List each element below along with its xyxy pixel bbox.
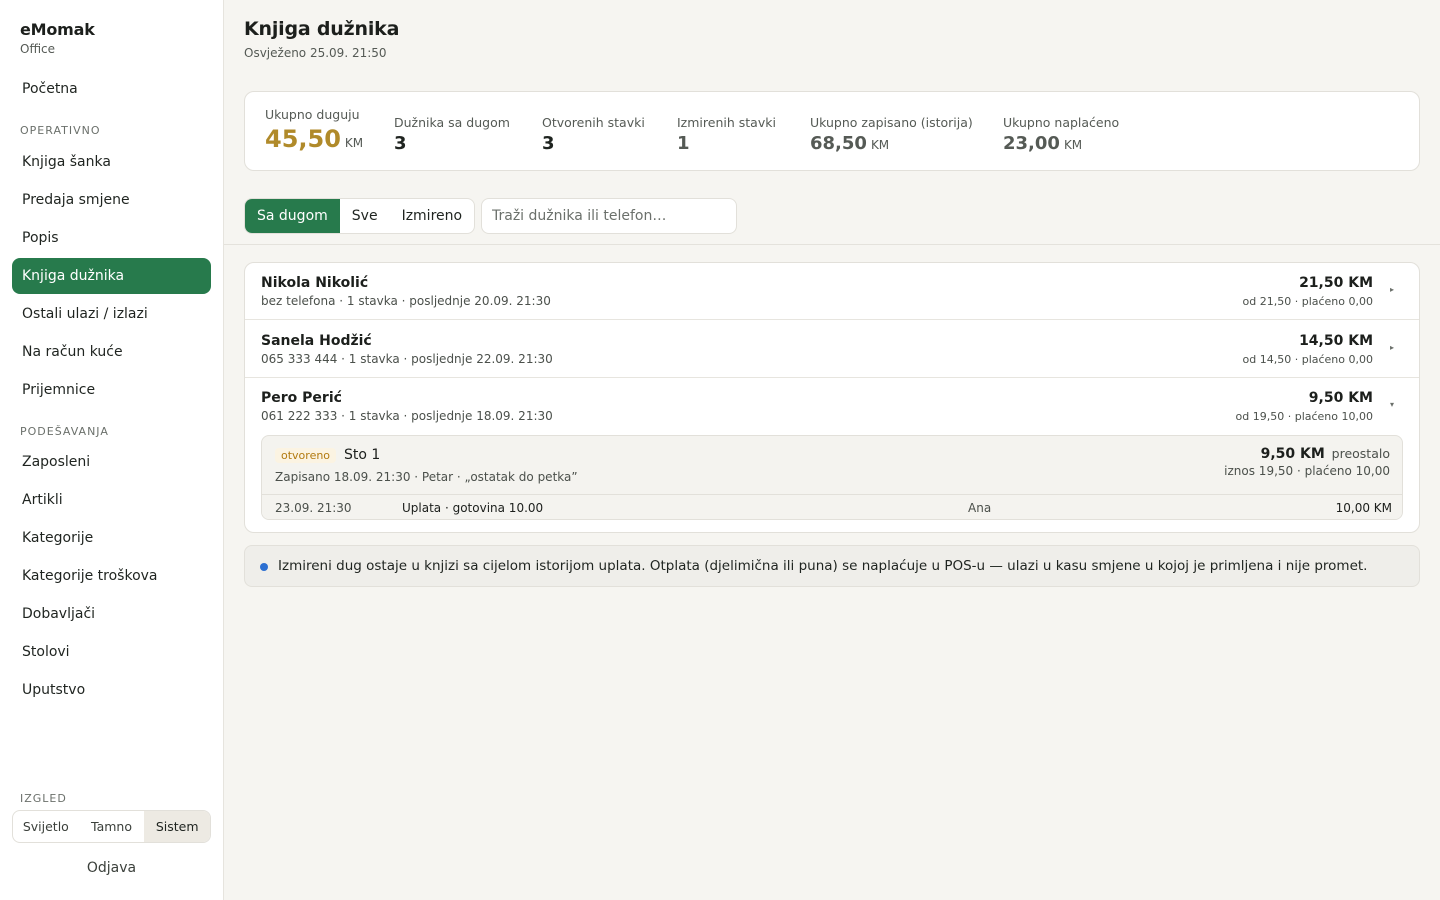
logout-button[interactable]: Odjava bbox=[12, 860, 211, 876]
stat-label: Ukupno naplaćeno bbox=[1003, 115, 1120, 130]
stat-number: 68,50 bbox=[810, 133, 867, 154]
appearance-label: IZGLED bbox=[20, 792, 67, 805]
debt-item-amount-detail: iznos 19,50 · plaćeno 10,00 bbox=[1224, 464, 1390, 478]
nav-item-house-account[interactable]: Na račun kuće bbox=[12, 334, 211, 370]
sidebar: eMomak Office Početna OPERATIVNO Knjiga … bbox=[0, 0, 224, 900]
payment-date: 23.09. 21:30 bbox=[275, 501, 352, 515]
chevron-right-icon[interactable]: ▸ bbox=[1390, 343, 1394, 352]
stat-label: Otvorenih stavki bbox=[542, 115, 645, 130]
stat-total-owed: Ukupno duguju 45,50 KM bbox=[265, 107, 363, 153]
nav-item-inventory[interactable]: Popis bbox=[12, 220, 211, 256]
payment-amount: 10,00 KM bbox=[1335, 501, 1392, 515]
tab-with-debt[interactable]: Sa dugom bbox=[245, 199, 340, 233]
stat-value: 23,00 KM bbox=[1003, 133, 1119, 154]
chevron-down-icon[interactable]: ▾ bbox=[1390, 400, 1394, 409]
info-dot-icon bbox=[260, 563, 268, 571]
theme-option-system[interactable]: Sistem bbox=[144, 811, 210, 842]
status-badge: otvoreno bbox=[275, 448, 337, 463]
page-title: Knjiga dužnika bbox=[244, 18, 400, 40]
payment-description: Uplata · gotovina 10.00 bbox=[402, 501, 544, 515]
debtor-amount-detail: od 21,50 · plaćeno 0,00 bbox=[1242, 295, 1373, 308]
debtor-amount-detail: od 14,50 · plaćeno 0,00 bbox=[1242, 353, 1373, 366]
theme-option-dark[interactable]: Tamno bbox=[79, 811, 145, 842]
payment-user: Ana bbox=[968, 501, 992, 515]
stat-total-recorded: Ukupno zapisano (istorija) 68,50 KM bbox=[810, 115, 973, 154]
nav-item-tables[interactable]: Stolovi bbox=[12, 634, 211, 670]
page-header: Knjiga dužnika Osvježeno 25.09. 21:50 Uk… bbox=[224, 0, 1440, 245]
debtor-name: Nikola Nikolić bbox=[261, 275, 369, 291]
nav-item-receipts[interactable]: Prijemnice bbox=[12, 372, 211, 408]
stat-value: 1 bbox=[677, 133, 690, 154]
stat-open-items: Otvorenih stavki 3 bbox=[542, 115, 645, 154]
search-input[interactable] bbox=[481, 198, 737, 234]
debtor-amount: 14,50 KM bbox=[1299, 333, 1373, 349]
debtor-name: Pero Perić bbox=[261, 390, 342, 406]
stat-total-collected: Ukupno naplaćeno 23,00 KM bbox=[1003, 115, 1119, 154]
nav-item-employees[interactable]: Zaposleni bbox=[12, 444, 211, 480]
stat-label: Izmirenih stavki bbox=[677, 115, 776, 130]
debtor-row[interactable]: Sanela Hodžić 065 333 444 · 1 stavka · p… bbox=[245, 321, 1419, 378]
stat-number: 45,50 bbox=[265, 125, 341, 153]
stat-label: Ukupno duguju bbox=[265, 107, 360, 122]
stat-unit: KM bbox=[870, 138, 890, 152]
nav-item-bar-book[interactable]: Knjiga šanka bbox=[12, 144, 211, 180]
debtor-name: Sanela Hodžić bbox=[261, 333, 372, 349]
stats-card: Ukupno duguju 45,50 KM Dužnika sa dugom 3… bbox=[244, 91, 1420, 171]
stat-label: Ukupno zapisano (istorija) bbox=[810, 115, 973, 130]
stat-label: Dužnika sa dugom bbox=[394, 115, 510, 130]
nav-item-home[interactable]: Početna bbox=[12, 71, 211, 107]
tab-all[interactable]: Sve bbox=[340, 199, 390, 233]
debtor-meta: 065 333 444 · 1 stavka · posljednje 22.0… bbox=[261, 352, 553, 366]
brand-name: eMomak bbox=[20, 20, 95, 39]
debtor-meta: bez telefona · 1 stavka · posljednje 20.… bbox=[261, 294, 551, 308]
nav-item-articles[interactable]: Artikli bbox=[12, 482, 211, 518]
stat-value: 3 bbox=[542, 133, 555, 154]
tab-settled[interactable]: Izmireno bbox=[390, 199, 475, 233]
nav-item-other-in-out[interactable]: Ostali ulazi / izlazi bbox=[12, 296, 211, 332]
stat-value: 45,50 KM bbox=[265, 125, 363, 153]
debtor-row-expanded[interactable]: Pero Perić 061 222 333 · 1 stavka · posl… bbox=[245, 378, 1419, 435]
nav-section-settings: PODEŠAVANJA bbox=[20, 425, 109, 438]
stat-number: 23,00 bbox=[1003, 133, 1060, 154]
stat-unit: KM bbox=[1063, 138, 1083, 152]
debtor-amount: 9,50 KM bbox=[1308, 390, 1373, 406]
debt-item-title: Sto 1 bbox=[344, 447, 381, 463]
debtor-amount-detail: od 19,50 · plaćeno 10,00 bbox=[1235, 410, 1373, 423]
nav-item-manual[interactable]: Uputstvo bbox=[12, 672, 211, 708]
remaining-amount: 9,50 KM bbox=[1260, 446, 1325, 462]
theme-option-light[interactable]: Svijetlo bbox=[13, 811, 79, 842]
info-note: Izmireni dug ostaje u knjizi sa cijelom … bbox=[244, 545, 1420, 587]
debt-item-remaining: 9,50 KM preostalo bbox=[1261, 446, 1390, 462]
stat-settled-items: Izmirenih stavki 1 bbox=[677, 115, 776, 154]
info-text: Izmireni dug ostaje u knjizi sa cijelom … bbox=[278, 558, 1368, 574]
nav-item-expense-categories[interactable]: Kategorije troškova bbox=[12, 558, 211, 594]
brand: eMomak Office bbox=[20, 20, 95, 56]
debtors-list: Nikola Nikolić bez telefona · 1 stavka ·… bbox=[244, 262, 1420, 533]
refreshed-timestamp: Osvježeno 25.09. 21:50 bbox=[244, 46, 387, 60]
nav-item-shift-handover[interactable]: Predaja smjene bbox=[12, 182, 211, 218]
chevron-right-icon[interactable]: ▸ bbox=[1390, 285, 1394, 294]
remaining-label: preostalo bbox=[1331, 446, 1390, 461]
nav-item-suppliers[interactable]: Dobavljači bbox=[12, 596, 211, 632]
nav-item-debtors-book[interactable]: Knjiga dužnika bbox=[12, 258, 211, 294]
debtor-meta: 061 222 333 · 1 stavka · posljednje 18.0… bbox=[261, 409, 553, 423]
filter-tabs: Sa dugom Sve Izmireno bbox=[244, 198, 476, 234]
stat-value: 68,50 KM bbox=[810, 133, 973, 154]
payment-row: 23.09. 21:30 Uplata · gotovina 10.00 Ana… bbox=[262, 494, 1402, 519]
debt-item-card: otvoreno Sto 1 Zapisano 18.09. 21:30 · P… bbox=[261, 435, 1403, 520]
theme-switch: Svijetlo Tamno Sistem bbox=[12, 810, 211, 843]
nav-section-operational: OPERATIVNO bbox=[20, 124, 101, 137]
debtor-row[interactable]: Nikola Nikolić bez telefona · 1 stavka ·… bbox=[245, 263, 1419, 320]
debtor-amount: 21,50 KM bbox=[1299, 275, 1373, 291]
nav-item-categories[interactable]: Kategorije bbox=[12, 520, 211, 556]
brand-subtitle: Office bbox=[20, 42, 56, 56]
debt-item-meta: Zapisano 18.09. 21:30 · Petar · „ostatak… bbox=[275, 470, 578, 484]
stat-unit: KM bbox=[344, 136, 364, 150]
main-content: Knjiga dužnika Osvježeno 25.09. 21:50 Uk… bbox=[224, 0, 1440, 900]
stat-debtors-with-debt: Dužnika sa dugom 3 bbox=[394, 115, 510, 154]
stat-value: 3 bbox=[394, 133, 407, 154]
